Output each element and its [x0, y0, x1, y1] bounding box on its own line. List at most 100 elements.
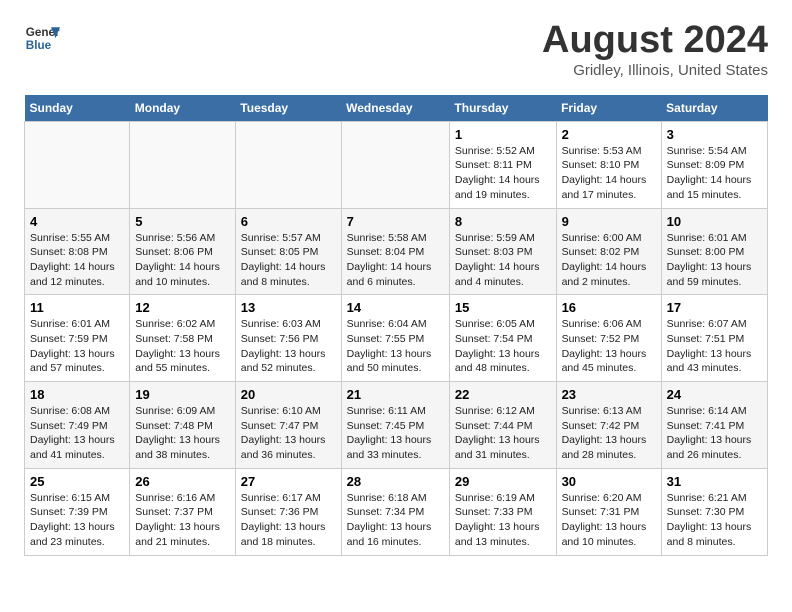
column-header-thursday: Thursday: [449, 95, 556, 122]
day-info: Sunrise: 6:06 AMSunset: 7:52 PMDaylight:…: [562, 317, 656, 376]
day-info: Sunrise: 6:18 AMSunset: 7:34 PMDaylight:…: [347, 491, 444, 550]
day-info: Sunrise: 6:20 AMSunset: 7:31 PMDaylight:…: [562, 491, 656, 550]
column-header-sunday: Sunday: [25, 95, 130, 122]
day-cell: 4Sunrise: 5:55 AMSunset: 8:08 PMDaylight…: [25, 208, 130, 295]
column-header-saturday: Saturday: [661, 95, 767, 122]
day-info: Sunrise: 6:00 AMSunset: 8:02 PMDaylight:…: [562, 231, 656, 290]
day-cell: 3 Sunrise: 5:54 AMSunset: 8:09 PMDaylight…: [661, 121, 767, 208]
day-info: Sunrise: 6:21 AMSunset: 7:30 PMDaylight:…: [667, 491, 762, 550]
calendar-table: SundayMondayTuesdayWednesdayThursdayFrid…: [24, 95, 768, 556]
title-block: August 2024 Gridley, Illinois, United St…: [542, 20, 768, 79]
day-number: 21: [347, 387, 444, 402]
day-number: 3: [667, 127, 762, 142]
day-cell: 15 Sunrise: 6:05 AMSunset: 7:54 PMDayligh…: [449, 295, 556, 382]
day-info: Sunrise: 6:01 AMSunset: 7:59 PMDaylight:…: [30, 317, 124, 376]
day-number: 22: [455, 387, 551, 402]
day-cell: 18Sunrise: 6:08 AMSunset: 7:49 PMDayligh…: [25, 382, 130, 469]
day-number: 12: [135, 300, 230, 315]
week-row-4: 18Sunrise: 6:08 AMSunset: 7:49 PMDayligh…: [25, 382, 768, 469]
day-cell: 22 Sunrise: 6:12 AMSunset: 7:44 PMDayligh…: [449, 382, 556, 469]
day-number: 9: [562, 214, 656, 229]
day-info: Sunrise: 5:56 AMSunset: 8:06 PMDaylight:…: [135, 231, 230, 290]
day-info: Sunrise: 5:59 AMSunset: 8:03 PMDaylight:…: [455, 231, 551, 290]
day-cell: 14 Sunrise: 6:04 AMSunset: 7:55 PMDayligh…: [341, 295, 449, 382]
header-row: SundayMondayTuesdayWednesdayThursdayFrid…: [25, 95, 768, 122]
day-number: 26: [135, 474, 230, 489]
day-cell: [25, 121, 130, 208]
day-number: 5: [135, 214, 230, 229]
day-number: 15: [455, 300, 551, 315]
column-header-wednesday: Wednesday: [341, 95, 449, 122]
day-info: Sunrise: 6:01 AMSunset: 8:00 PMDaylight:…: [667, 231, 762, 290]
day-cell: 31Sunrise: 6:21 AMSunset: 7:30 PMDayligh…: [661, 468, 767, 555]
day-cell: 28 Sunrise: 6:18 AMSunset: 7:34 PMDayligh…: [341, 468, 449, 555]
calendar-body: 1 Sunrise: 5:52 AMSunset: 8:11 PMDaylight…: [25, 121, 768, 555]
day-cell: 19Sunrise: 6:09 AMSunset: 7:48 PMDayligh…: [130, 382, 236, 469]
day-number: 29: [455, 474, 551, 489]
day-info: Sunrise: 6:02 AMSunset: 7:58 PMDaylight:…: [135, 317, 230, 376]
day-info: Sunrise: 6:19 AMSunset: 7:33 PMDaylight:…: [455, 491, 551, 550]
day-number: 10: [667, 214, 762, 229]
day-info: Sunrise: 6:13 AMSunset: 7:42 PMDaylight:…: [562, 404, 656, 463]
day-number: 8: [455, 214, 551, 229]
day-number: 2: [562, 127, 656, 142]
day-info: Sunrise: 5:55 AMSunset: 8:08 PMDaylight:…: [30, 231, 124, 290]
day-number: 7: [347, 214, 444, 229]
day-number: 27: [241, 474, 336, 489]
day-cell: 25Sunrise: 6:15 AMSunset: 7:39 PMDayligh…: [25, 468, 130, 555]
day-number: 20: [241, 387, 336, 402]
day-number: 17: [667, 300, 762, 315]
day-cell: 17Sunrise: 6:07 AMSunset: 7:51 PMDayligh…: [661, 295, 767, 382]
day-cell: 9 Sunrise: 6:00 AMSunset: 8:02 PMDaylight…: [556, 208, 661, 295]
day-number: 19: [135, 387, 230, 402]
logo-icon: General Blue: [24, 20, 60, 56]
column-header-friday: Friday: [556, 95, 661, 122]
day-cell: [341, 121, 449, 208]
calendar-header: SundayMondayTuesdayWednesdayThursdayFrid…: [25, 95, 768, 122]
day-cell: 10 Sunrise: 6:01 AMSunset: 8:00 PMDayligh…: [661, 208, 767, 295]
svg-text:Blue: Blue: [26, 39, 52, 52]
subtitle: Gridley, Illinois, United States: [542, 62, 768, 79]
day-cell: 13Sunrise: 6:03 AMSunset: 7:56 PMDayligh…: [235, 295, 341, 382]
day-info: Sunrise: 6:10 AMSunset: 7:47 PMDaylight:…: [241, 404, 336, 463]
week-row-5: 25Sunrise: 6:15 AMSunset: 7:39 PMDayligh…: [25, 468, 768, 555]
day-number: 18: [30, 387, 124, 402]
day-number: 16: [562, 300, 656, 315]
day-cell: 23 Sunrise: 6:13 AMSunset: 7:42 PMDayligh…: [556, 382, 661, 469]
page-header: General Blue August 2024 Gridley, Illino…: [24, 20, 768, 79]
day-number: 28: [347, 474, 444, 489]
day-cell: 11Sunrise: 6:01 AMSunset: 7:59 PMDayligh…: [25, 295, 130, 382]
day-info: Sunrise: 6:05 AMSunset: 7:54 PMDaylight:…: [455, 317, 551, 376]
day-cell: 21 Sunrise: 6:11 AMSunset: 7:45 PMDayligh…: [341, 382, 449, 469]
column-header-monday: Monday: [130, 95, 236, 122]
day-info: Sunrise: 6:03 AMSunset: 7:56 PMDaylight:…: [241, 317, 336, 376]
day-cell: 27 Sunrise: 6:17 AMSunset: 7:36 PMDayligh…: [235, 468, 341, 555]
day-info: Sunrise: 5:57 AMSunset: 8:05 PMDaylight:…: [241, 231, 336, 290]
week-row-2: 4Sunrise: 5:55 AMSunset: 8:08 PMDaylight…: [25, 208, 768, 295]
day-info: Sunrise: 6:12 AMSunset: 7:44 PMDaylight:…: [455, 404, 551, 463]
day-info: Sunrise: 5:53 AMSunset: 8:10 PMDaylight:…: [562, 144, 656, 203]
main-title: August 2024: [542, 20, 768, 62]
day-number: 6: [241, 214, 336, 229]
day-number: 30: [562, 474, 656, 489]
column-header-tuesday: Tuesday: [235, 95, 341, 122]
day-number: 23: [562, 387, 656, 402]
day-cell: 24Sunrise: 6:14 AMSunset: 7:41 PMDayligh…: [661, 382, 767, 469]
day-info: Sunrise: 6:11 AMSunset: 7:45 PMDaylight:…: [347, 404, 444, 463]
day-cell: 20 Sunrise: 6:10 AMSunset: 7:47 PMDayligh…: [235, 382, 341, 469]
day-cell: 16 Sunrise: 6:06 AMSunset: 7:52 PMDayligh…: [556, 295, 661, 382]
day-info: Sunrise: 5:58 AMSunset: 8:04 PMDaylight:…: [347, 231, 444, 290]
day-cell: 5 Sunrise: 5:56 AMSunset: 8:06 PMDaylight…: [130, 208, 236, 295]
day-info: Sunrise: 5:52 AMSunset: 8:11 PMDaylight:…: [455, 144, 551, 203]
day-info: Sunrise: 6:04 AMSunset: 7:55 PMDaylight:…: [347, 317, 444, 376]
day-info: Sunrise: 6:16 AMSunset: 7:37 PMDaylight:…: [135, 491, 230, 550]
day-number: 1: [455, 127, 551, 142]
day-number: 14: [347, 300, 444, 315]
week-row-3: 11Sunrise: 6:01 AMSunset: 7:59 PMDayligh…: [25, 295, 768, 382]
day-cell: 8 Sunrise: 5:59 AMSunset: 8:03 PMDaylight…: [449, 208, 556, 295]
day-cell: 6 Sunrise: 5:57 AMSunset: 8:05 PMDaylight…: [235, 208, 341, 295]
day-info: Sunrise: 6:17 AMSunset: 7:36 PMDaylight:…: [241, 491, 336, 550]
day-cell: 7 Sunrise: 5:58 AMSunset: 8:04 PMDaylight…: [341, 208, 449, 295]
day-cell: 30 Sunrise: 6:20 AMSunset: 7:31 PMDayligh…: [556, 468, 661, 555]
day-info: Sunrise: 5:54 AMSunset: 8:09 PMDaylight:…: [667, 144, 762, 203]
